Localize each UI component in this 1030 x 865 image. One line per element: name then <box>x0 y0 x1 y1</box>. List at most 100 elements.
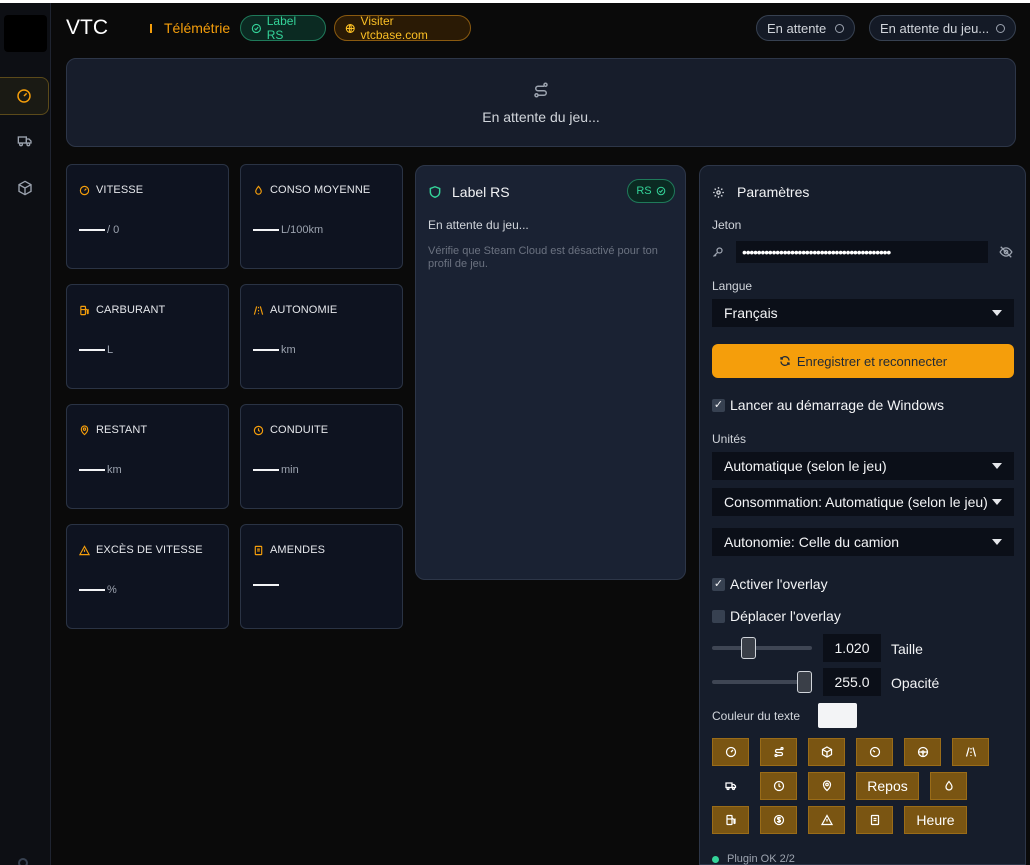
stat-label: CARBURANT <box>96 304 166 316</box>
label-rs-pill[interactable]: Label RS <box>240 14 326 42</box>
status-dot-icon <box>712 855 719 863</box>
toggle-truck[interactable] <box>712 772 749 800</box>
opacity-label: Opacité <box>891 675 940 691</box>
stat-card-autonomy: AUTONOMIE km <box>240 284 403 389</box>
toggle-time[interactable]: Heure <box>904 806 967 834</box>
label-rs-panel: Label RS RS En attente du jeu... Vérifie… <box>415 165 686 580</box>
job-banner: En attente du jeu... <box>66 58 1016 147</box>
window-top-edge <box>0 0 1030 3</box>
overlay-move-label: Déplacer l'overlay <box>730 608 841 624</box>
size-value[interactable]: 1.020 <box>823 634 881 662</box>
size-slider[interactable] <box>712 637 812 659</box>
save-reconnect-label: Enregistrer et reconnecter <box>796 353 948 369</box>
stat-label-row: CONSO MOYENNE <box>253 184 370 196</box>
section-title: Télémétrie <box>164 20 231 36</box>
toggle-rest[interactable]: Repos <box>856 772 919 800</box>
autonomy-value: Autonomie: Celle du camion <box>724 534 900 550</box>
token-row: •••••••••••••••••••••••••••••••••••••••• <box>712 241 1014 263</box>
checkbox-box[interactable] <box>712 609 725 623</box>
sidebar-item-deliveries[interactable] <box>0 122 49 160</box>
overlay-enable-checkbox[interactable]: ✓ Activer l'overlay <box>712 576 828 592</box>
toggle-gauge[interactable] <box>856 738 893 766</box>
visit-site-link[interactable]: Visiter vtcbase.com <box>334 14 471 42</box>
save-reconnect-button[interactable]: Enregistrer et reconnecter <box>712 344 1014 378</box>
rs-badge-text: RS <box>636 185 652 197</box>
stat-value: min <box>253 464 299 476</box>
autostart-checkbox[interactable]: ✓ Lancer au démarrage de Windows <box>712 397 944 413</box>
plugin-status: Plugin OK 2/2 <box>712 853 795 865</box>
size-slider-thumb[interactable] <box>740 637 756 659</box>
text-color-label: Couleur du texte <box>712 709 801 723</box>
stat-unit: L/100km <box>281 224 324 236</box>
consumption-select[interactable]: Consommation: Automatique (selon le jeu) <box>712 488 1014 516</box>
chevron-down-icon <box>992 310 1002 316</box>
label-rs-status: En attente du jeu... <box>428 218 529 232</box>
chevron-down-icon <box>992 539 1002 545</box>
toggle-fines[interactable] <box>856 806 893 834</box>
stat-unit: min <box>281 464 299 476</box>
stat-card-speed: VITESSE / 0 <box>66 164 229 269</box>
stat-card-fuel: CARBURANT L <box>66 284 229 389</box>
eye-off-icon[interactable] <box>999 245 1013 259</box>
gauge-icon <box>17 89 31 103</box>
app-title: VTC <box>66 16 108 39</box>
stat-unit: % <box>107 584 117 596</box>
shield-icon <box>429 185 441 199</box>
route-icon <box>534 82 548 97</box>
language-select[interactable]: Français <box>712 299 1014 327</box>
opacity-slider-thumb[interactable] <box>797 671 812 693</box>
package-icon <box>821 746 832 758</box>
toggle-warning[interactable] <box>808 806 845 834</box>
app-logo <box>4 15 47 52</box>
autostart-label: Lancer au démarrage de Windows <box>730 397 945 413</box>
stat-label: AMENDES <box>270 544 326 556</box>
truck-icon <box>724 782 736 791</box>
status-ring-icon <box>996 23 1005 33</box>
stat-label-row: EXCÈS DE VITESSE <box>79 544 203 556</box>
token-input[interactable]: •••••••••••••••••••••••••••••••••••••••• <box>736 241 988 263</box>
toggle-route[interactable] <box>760 738 797 766</box>
clock-icon <box>773 780 784 792</box>
droplet-icon <box>255 184 262 195</box>
checkbox-box[interactable]: ✓ <box>712 577 725 591</box>
stat-label: RESTANT <box>96 424 148 436</box>
route-icon <box>773 746 784 758</box>
receipt-icon <box>870 814 879 826</box>
stat-value: / 0 <box>79 224 119 236</box>
stat-label: AUTONOMIE <box>270 304 338 316</box>
chevron-down-icon <box>992 499 1002 505</box>
text-color-swatch[interactable] <box>818 703 857 728</box>
refresh-icon <box>780 356 790 366</box>
toggle-road[interactable] <box>952 738 989 766</box>
stat-value: km <box>79 464 122 476</box>
toggle-speed[interactable] <box>712 738 749 766</box>
game-status-text: En attente du jeu... <box>880 20 990 36</box>
autonomy-select[interactable]: Autonomie: Celle du camion <box>712 528 1014 556</box>
toggle-location[interactable] <box>808 772 845 800</box>
toggle-cargo[interactable] <box>808 738 845 766</box>
stat-label-row: CONDUITE <box>253 424 328 436</box>
dollar-icon <box>773 814 784 826</box>
steering-icon <box>917 746 928 758</box>
sidebar-item-telemetry[interactable] <box>0 77 49 115</box>
toggle-rest-label: Repos <box>867 778 908 794</box>
checkbox-box[interactable]: ✓ <box>712 398 725 412</box>
opacity-slider[interactable] <box>712 671 812 693</box>
stat-label: VITESSE <box>96 184 144 196</box>
gear-icon <box>713 186 724 198</box>
toggle-clock[interactable] <box>760 772 797 800</box>
token-label: Jeton <box>712 218 742 232</box>
map-pin-icon <box>80 424 89 435</box>
stat-label: CONSO MOYENNE <box>270 184 371 196</box>
opacity-value[interactable]: 255.0 <box>823 668 881 696</box>
toggle-money[interactable] <box>760 806 797 834</box>
toggle-fuel-drop[interactable] <box>930 772 967 800</box>
stat-value <box>253 584 281 586</box>
sidebar <box>0 3 51 865</box>
overlay-move-checkbox[interactable]: Déplacer l'overlay <box>712 608 841 624</box>
toggle-steering[interactable] <box>904 738 941 766</box>
units-select[interactable]: Automatique (selon le jeu) <box>712 452 1014 480</box>
stat-card-overspeed: EXCÈS DE VITESSE % <box>66 524 229 629</box>
sidebar-item-packages[interactable] <box>0 169 49 207</box>
toggle-fuel[interactable] <box>712 806 749 834</box>
